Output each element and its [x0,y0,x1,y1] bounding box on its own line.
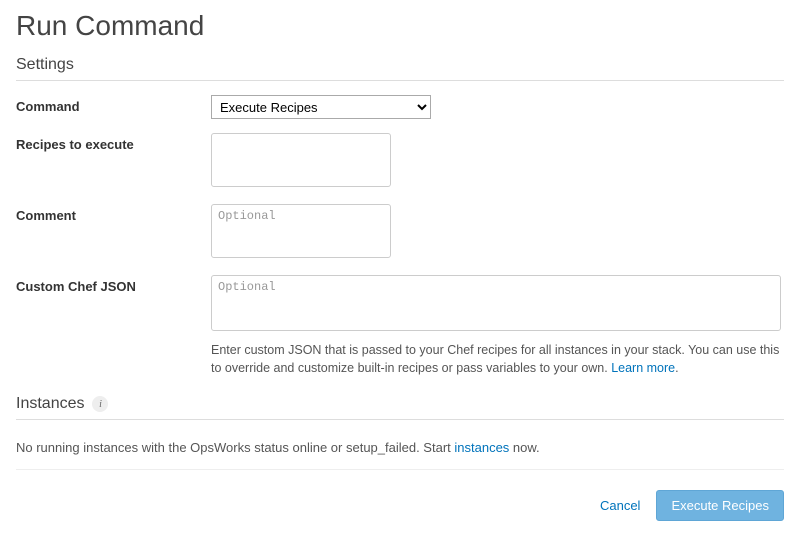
row-recipes: Recipes to execute [16,133,784,190]
recipes-label: Recipes to execute [16,133,211,152]
chef-json-label: Custom Chef JSON [16,275,211,294]
execute-recipes-button[interactable]: Execute Recipes [656,490,784,521]
settings-heading: Settings [16,56,784,81]
command-label: Command [16,95,211,114]
instances-section: Instances i No running instances with th… [16,395,784,470]
instances-message-post: now. [509,440,539,455]
instances-message: No running instances with the OpsWorks s… [16,434,784,470]
info-icon: i [92,396,108,412]
chef-json-input[interactable] [211,275,781,331]
chef-json-help-post: . [675,361,678,375]
footer-actions: Cancel Execute Recipes [16,490,784,521]
row-comment: Comment [16,204,784,261]
command-select[interactable]: Execute Recipes [211,95,431,119]
instances-link[interactable]: instances [454,440,509,455]
recipes-input[interactable] [211,133,391,187]
instances-heading-text: Instances [16,395,84,413]
comment-input[interactable] [211,204,391,258]
chef-json-help-text: Enter custom JSON that is passed to your… [211,343,779,375]
cancel-button[interactable]: Cancel [600,498,640,513]
row-chef-json: Custom Chef JSON Enter custom JSON that … [16,275,784,377]
chef-json-help: Enter custom JSON that is passed to your… [211,342,781,377]
comment-label: Comment [16,204,211,223]
settings-section: Settings Command Execute Recipes Recipes… [16,56,784,377]
page-title: Run Command [16,10,784,42]
row-command: Command Execute Recipes [16,95,784,119]
instances-message-pre: No running instances with the OpsWorks s… [16,440,454,455]
instances-heading: Instances i [16,395,784,420]
learn-more-link[interactable]: Learn more [611,361,675,375]
